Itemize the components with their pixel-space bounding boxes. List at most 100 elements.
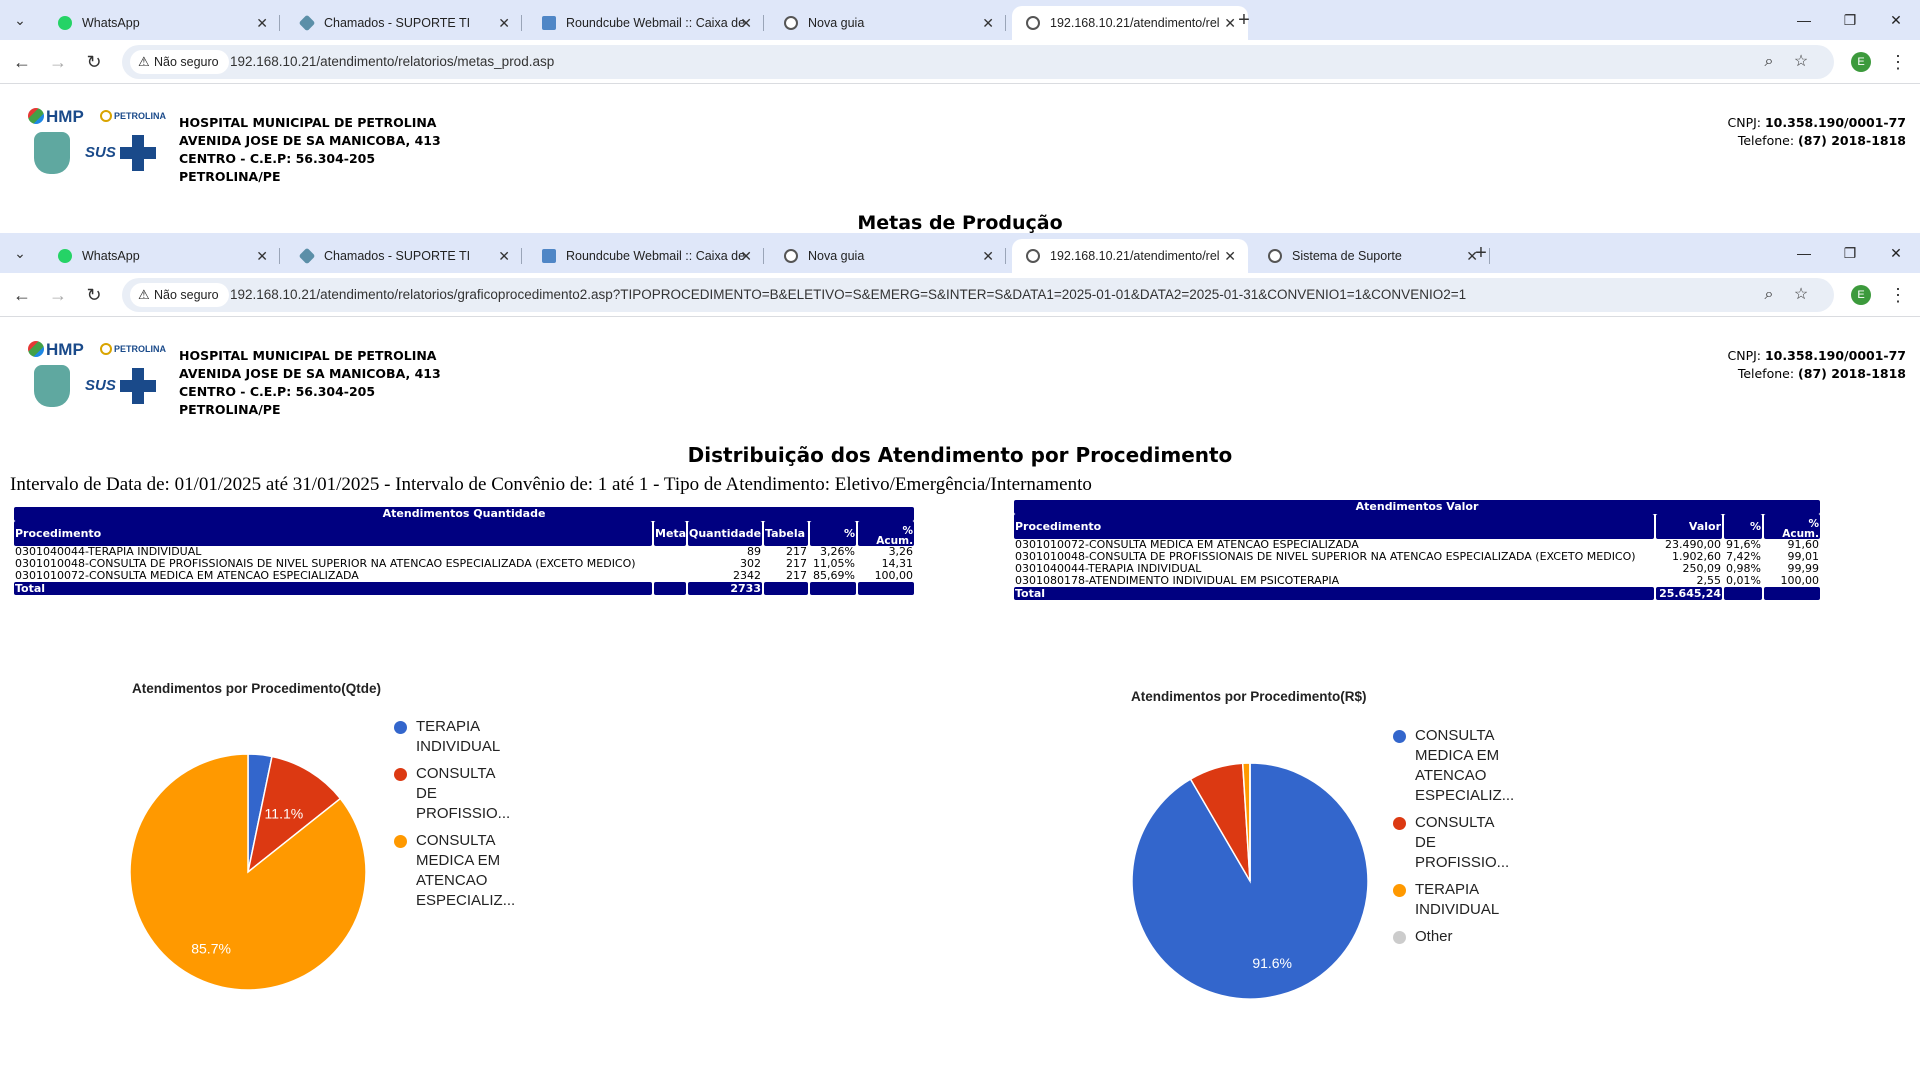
tab-close-icon[interactable]: ✕ <box>740 239 752 273</box>
new-tab-button[interactable]: + <box>1467 239 1495 267</box>
legend-item[interactable]: CONSULTA DE PROFISSIO... <box>1393 813 1533 873</box>
zoom-icon[interactable]: ⌕ <box>1756 49 1782 75</box>
reload-icon[interactable]: ↻ <box>80 281 108 309</box>
minimize-button[interactable]: — <box>1786 239 1822 267</box>
legend-swatch <box>394 768 407 781</box>
security-chip[interactable]: ⚠ Não seguro <box>130 50 229 74</box>
legend-label: CONSULTA <box>416 765 496 782</box>
tab-label: Chamados - SUPORTE TI <box>324 16 471 30</box>
tab-close-icon[interactable]: ✕ <box>256 6 268 40</box>
total-label: Total <box>1014 587 1654 600</box>
legend-item[interactable]: TERAPIA INDIVIDUAL <box>394 717 534 757</box>
tab-label: Sistema de Suporte <box>1292 249 1402 263</box>
legend-label: CONSULTA <box>1415 727 1495 744</box>
hospital-address: HOSPITAL MUNICIPAL DE PETROLINA AVENIDA … <box>179 348 441 417</box>
legend-label: PROFISSIO... <box>416 805 511 822</box>
reload-icon[interactable]: ↻ <box>80 48 108 76</box>
tab-close-icon[interactable]: ✕ <box>498 239 510 273</box>
tab-nova-guia[interactable]: Nova guia ✕ <box>770 6 1006 40</box>
report-interval: Intervalo de Data de: 01/01/2025 até 31/… <box>10 474 1092 495</box>
total-quantidade: 2733 <box>688 582 762 595</box>
col-acum: % Acum. <box>858 521 915 546</box>
legend-label: ESPECIALIZ... <box>1415 787 1515 804</box>
close-window-button[interactable]: ✕ <box>1878 6 1914 34</box>
total-valor: 25.645,24 <box>1656 587 1722 600</box>
legend-label: MEDICA EM <box>416 852 501 869</box>
pie-data-label: 91.6% <box>1252 955 1292 971</box>
tab-sistema-de-suporte[interactable]: Sistema de Suporte ✕ <box>1254 239 1490 273</box>
menu-icon[interactable]: ⋮ <box>1886 48 1910 76</box>
back-icon[interactable]: ← <box>8 48 36 76</box>
total-label: Total <box>14 582 652 595</box>
pie-data-label: 11.1% <box>265 806 304 822</box>
value-chart-title: Atendimentos por Procedimento(R$) <box>1131 689 1367 704</box>
cell-acum: 100,00 <box>874 569 914 582</box>
legend-item[interactable]: CONSULTA MEDICA EM ATENCAO ESPECIALIZ... <box>1393 726 1533 806</box>
warning-icon: ⚠ <box>138 287 150 302</box>
tab-whatsapp[interactable]: WhatsApp ✕ <box>44 6 280 40</box>
tab-close-icon[interactable]: ✕ <box>982 6 994 40</box>
url-text[interactable]: 192.168.10.21/atendimento/relatorios/met… <box>230 45 554 79</box>
close-window-button[interactable]: ✕ <box>1878 239 1914 267</box>
tab-close-icon[interactable]: ✕ <box>256 239 268 273</box>
bookmark-star-icon[interactable]: ☆ <box>1788 49 1814 75</box>
hospital-logo: HMP PETROLINA SUS <box>28 340 178 425</box>
legend-label: CONSULTA <box>1415 814 1495 831</box>
legend-item[interactable]: CONSULTA DE PROFISSIO... <box>394 764 534 824</box>
restore-button[interactable]: ❐ <box>1832 239 1868 267</box>
tab-whatsapp[interactable]: WhatsApp ✕ <box>44 239 280 273</box>
restore-button[interactable]: ❐ <box>1832 6 1868 34</box>
cell-quantidade: 2342 <box>733 569 761 582</box>
tab-search-icon[interactable]: ⌄ <box>8 241 32 265</box>
tab-192-168-10-21-atendimento-rel[interactable]: 192.168.10.21/atendimento/rel ✕ <box>1012 239 1248 273</box>
forward-icon[interactable]: → <box>44 281 72 309</box>
legend-label: CONSULTA <box>416 832 496 849</box>
tab-label: Chamados - SUPORTE TI <box>324 249 471 263</box>
forward-icon[interactable]: → <box>44 48 72 76</box>
value-pie-chart: 91.6% <box>1131 762 1369 1000</box>
globe-icon <box>784 16 798 30</box>
zoom-icon[interactable]: ⌕ <box>1756 282 1782 308</box>
tab-roundcube-webmail-caixa-de[interactable]: Roundcube Webmail :: Caixa de ✕ <box>528 239 764 273</box>
cell-tabela: 217 <box>786 569 807 582</box>
profile-avatar[interactable]: E <box>1851 52 1871 72</box>
back-icon[interactable]: ← <box>8 281 36 309</box>
cell-acum: 100,00 <box>1780 574 1820 587</box>
legend-label: DE <box>1415 834 1436 851</box>
legend-item[interactable]: CONSULTA MEDICA EM ATENCAO ESPECIALIZ... <box>394 831 534 911</box>
health-shield-icon <box>34 365 70 407</box>
security-label: Não seguro <box>154 288 219 302</box>
cell-procedimento: 0301010072-CONSULTA MEDICA EM ATENCAO ES… <box>15 569 359 582</box>
minimize-button[interactable]: — <box>1786 6 1822 34</box>
tab-label: Roundcube Webmail :: Caixa de <box>566 16 746 30</box>
legend-item[interactable]: TERAPIA INDIVIDUAL <box>1393 880 1533 920</box>
url-text[interactable]: 192.168.10.21/atendimento/relatorios/gra… <box>230 278 1466 312</box>
whatsapp-icon <box>58 16 72 30</box>
tab-search-icon[interactable]: ⌄ <box>8 8 32 32</box>
legend-swatch <box>1393 730 1406 743</box>
tab-close-icon[interactable]: ✕ <box>498 6 510 40</box>
table-row: 0301080178-ATENDIMENTO INDIVIDUAL EM PSI… <box>1014 575 1820 587</box>
tab-roundcube-webmail-caixa-de[interactable]: Roundcube Webmail :: Caixa de ✕ <box>528 6 764 40</box>
col-tabela: Tabela <box>764 521 808 546</box>
address-bar[interactable]: ⚠ Não seguro 192.168.10.21/atendimento/re… <box>122 45 1834 79</box>
legend-item[interactable]: Other <box>1393 927 1533 947</box>
cell-percent: 85,69% <box>813 569 855 582</box>
tab-close-icon[interactable]: ✕ <box>1224 239 1236 273</box>
profile-avatar[interactable]: E <box>1851 285 1871 305</box>
tab-close-icon[interactable]: ✕ <box>982 239 994 273</box>
tab-chamados-suporte-ti[interactable]: Chamados - SUPORTE TI ✕ <box>286 6 522 40</box>
new-tab-button[interactable]: + <box>1230 6 1258 34</box>
address-bar[interactable]: ⚠ Não seguro 192.168.10.21/atendimento/re… <box>122 278 1834 312</box>
tab-chamados-suporte-ti[interactable]: Chamados - SUPORTE TI ✕ <box>286 239 522 273</box>
globe-icon <box>784 249 798 263</box>
security-chip[interactable]: ⚠ Não seguro <box>130 283 229 307</box>
back-toolbar: ← → ↻ ⚠ Não seguro 192.168.10.21/atendime… <box>0 40 1920 84</box>
tab-close-icon[interactable]: ✕ <box>740 6 752 40</box>
front-tabstrip: ⌄ WhatsApp ✕ Chamados - SUPORTE TI ✕ Roundcu… <box>0 233 1920 273</box>
globe-icon <box>1268 249 1282 263</box>
bookmark-star-icon[interactable]: ☆ <box>1788 282 1814 308</box>
tab-192-168-10-21-atendimento-rel[interactable]: 192.168.10.21/atendimento/rel ✕ <box>1012 6 1248 40</box>
menu-icon[interactable]: ⋮ <box>1886 281 1910 309</box>
tab-nova-guia[interactable]: Nova guia ✕ <box>770 239 1006 273</box>
